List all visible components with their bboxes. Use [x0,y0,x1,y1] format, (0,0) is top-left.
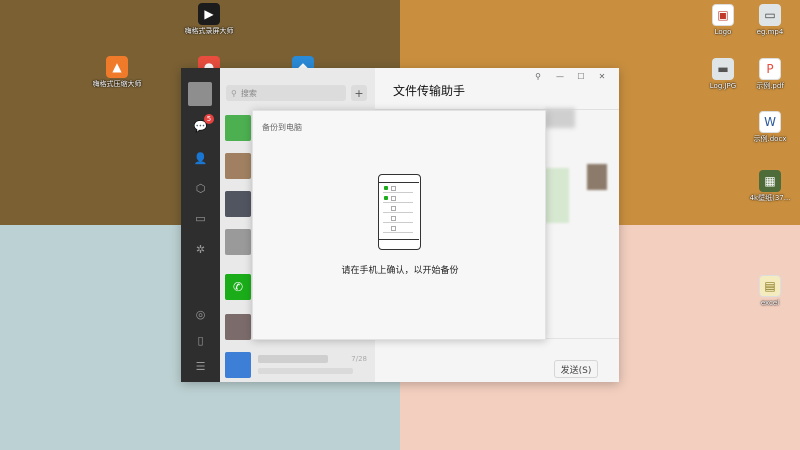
search-input[interactable]: ⚲ 搜索 [226,85,346,101]
desktop-icon-screen-recorder[interactable]: ▶ 嗨格式录屏大师 [179,3,239,36]
phone-icon [378,174,421,250]
desktop-icon-wallpaper[interactable]: ▦ 4k壁纸(37... [740,170,800,203]
favorites-icon[interactable]: ⬡ [192,180,209,197]
chat-avatar [225,115,251,141]
contacts-icon[interactable]: 👤 [192,150,209,167]
minimize-icon[interactable]: — [553,72,567,81]
chat-avatar [225,229,251,255]
chat-list-item[interactable]: 7/28 [220,346,375,382]
phone-icon[interactable]: ▯ [192,332,209,349]
excel-file-icon: ▤ [759,275,781,297]
chat-avatar [225,191,251,217]
nav-sidebar: 💬 5 👤 ⬡ ▭ ✲ ◎ ▯ ☰ [181,68,220,382]
word-file-icon: W [759,111,781,133]
avatar[interactable] [188,82,212,106]
message-bubble [545,168,569,223]
maximize-icon[interactable]: ☐ [574,72,588,81]
compressor-icon: ▲ [106,56,128,78]
backup-dialog: 备份到电脑 请在手机上确认，以开始备份 [252,110,546,340]
files-icon[interactable]: ▭ [192,210,209,227]
chat-icon[interactable]: 💬 5 [192,114,214,135]
desktop-icon-pdf[interactable]: P 示例.pdf [740,58,800,91]
desktop-icon-mp4[interactable]: ▭ eg.mp4 [740,4,800,37]
chat-avatar: ✆ [225,274,251,300]
desktop-icon-excel[interactable]: ▤ excel [740,275,800,308]
message-avatar [587,164,607,190]
screen-recorder-icon: ▶ [198,3,220,25]
chat-avatar [225,153,251,179]
add-button[interactable]: + [351,85,367,101]
chat-avatar [225,352,251,378]
miniprogram-icon[interactable]: ◎ [192,306,209,323]
send-button[interactable]: 发送(S) [554,360,598,378]
search-icon: ⚲ [231,88,237,98]
chat-time: 7/28 [351,355,367,363]
dialog-title: 备份到电脑 [262,123,302,132]
close-icon[interactable]: ✕ [595,72,609,81]
menu-icon[interactable]: ☰ [192,358,209,375]
unread-badge: 5 [204,114,214,124]
message-bubble [545,108,575,128]
chat-avatar [225,314,251,340]
moments-icon[interactable]: ✲ [192,241,209,258]
image-file-icon: ▣ [712,4,734,26]
dialog-message: 请在手机上确认，以开始备份 [341,266,459,276]
pin-icon[interactable]: ⚲ [531,72,545,81]
jpg-file-icon: ▬ [712,58,734,80]
desktop-icon-docx[interactable]: W 示例.docx [740,111,800,144]
pdf-file-icon: P [759,58,781,80]
image-thumb-icon: ▦ [759,170,781,192]
search-placeholder: 搜索 [240,88,257,98]
video-file-icon: ▭ [759,4,781,26]
window-title: 文件传输助手 [393,84,466,98]
desktop-icon-compressor[interactable]: ▲ 嗨格式压缩大师 [87,56,147,89]
